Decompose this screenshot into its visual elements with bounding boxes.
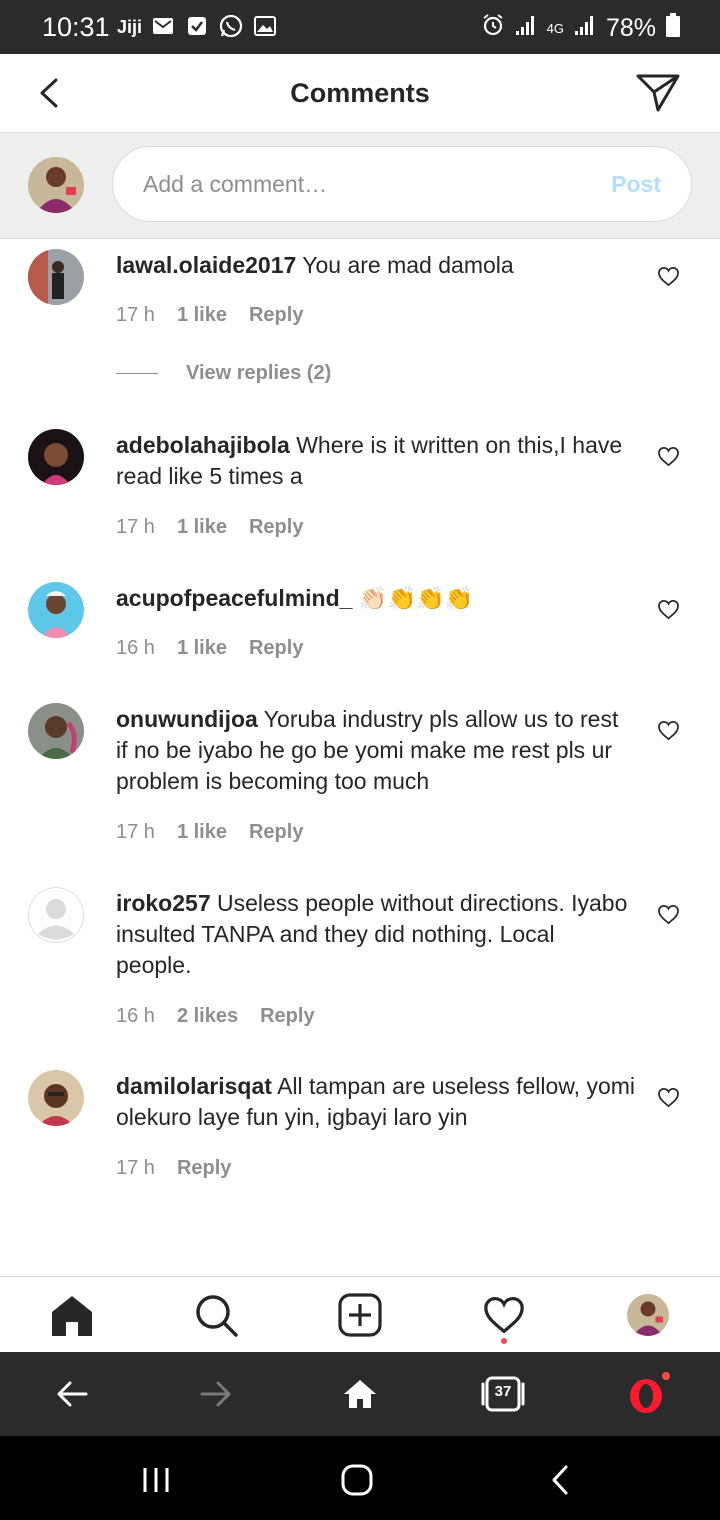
like-heart-icon[interactable] <box>657 266 680 287</box>
add-comment-bar: Add a comment… Post <box>0 133 720 239</box>
like-heart-icon[interactable] <box>657 720 680 741</box>
comment-time: 17 h <box>116 1157 155 1179</box>
reply-button[interactable]: Reply <box>260 1005 314 1028</box>
comment-time: 16 h <box>116 637 155 659</box>
status-time: 10:31 <box>42 12 110 42</box>
signal-icon <box>574 14 596 43</box>
comment-placeholder: Add a comment… <box>143 171 328 197</box>
post-button[interactable]: Post <box>611 171 661 198</box>
nav-profile[interactable] <box>624 1291 672 1339</box>
nav-new-post[interactable] <box>336 1291 384 1339</box>
battery-percent: 78% <box>605 14 656 42</box>
browser-home-button[interactable] <box>338 1372 382 1416</box>
bottom-nav <box>0 1276 720 1351</box>
svg-text:Jiji: Jiji <box>117 17 141 37</box>
likes-count[interactable]: 1 like <box>177 304 227 327</box>
likes-count[interactable]: 1 like <box>177 637 227 660</box>
like-heart-icon[interactable] <box>657 1087 680 1108</box>
new-post-icon <box>338 1293 382 1337</box>
system-nav-bar <box>0 1436 720 1520</box>
comment-username[interactable]: damilolarisqat <box>116 1073 272 1099</box>
browser-forward-button[interactable] <box>194 1372 238 1416</box>
view-replies-button[interactable]: View replies (2) <box>116 362 331 385</box>
avatar <box>28 157 84 213</box>
opera-menu-icon <box>630 1372 670 1413</box>
browser-tabs-button[interactable]: 37 <box>481 1372 525 1416</box>
comments-header: Comments <box>0 54 720 133</box>
comment-time: 17 h <box>116 516 155 538</box>
comment-meta: 17 h 1 like Reply <box>116 821 303 844</box>
likes-count[interactable]: 1 like <box>177 516 227 539</box>
nav-search[interactable] <box>192 1291 240 1339</box>
likes-count[interactable]: 1 like <box>177 821 227 844</box>
recents-button[interactable] <box>136 1460 176 1500</box>
avatar[interactable] <box>28 429 84 485</box>
direct-message-icon <box>636 74 680 112</box>
jiji-icon: Jiji <box>117 14 141 38</box>
forward-arrow-icon <box>200 1381 231 1407</box>
avatar[interactable] <box>28 887 84 943</box>
activity-heart-icon <box>484 1296 524 1334</box>
search-icon <box>196 1295 238 1337</box>
comment-text: 👏🏻👏👏👏 <box>358 585 474 611</box>
comment-time: 17 h <box>116 304 155 326</box>
checkbox-icon <box>185 14 209 38</box>
comment-username[interactable]: lawal.olaide2017 <box>116 252 296 278</box>
notification-dot <box>501 1338 507 1344</box>
nav-home[interactable] <box>48 1291 96 1339</box>
gallery-icon <box>253 14 277 38</box>
comment-text: You are mad damola <box>302 252 514 278</box>
like-heart-icon[interactable] <box>657 446 680 467</box>
nav-activity[interactable] <box>480 1291 528 1339</box>
recents-icon <box>143 1468 169 1492</box>
comment-username[interactable]: adebolahajibola <box>116 432 290 458</box>
reply-button[interactable]: Reply <box>249 637 303 660</box>
comment-meta: 16 h 2 likes Reply <box>116 1005 315 1028</box>
view-replies-label[interactable]: View replies (2) <box>186 362 331 385</box>
reply-button[interactable]: Reply <box>249 516 303 539</box>
status-bar: 10:31 Jiji 4G 78% <box>0 0 720 54</box>
reply-button[interactable]: Reply <box>177 1157 231 1180</box>
comment-username[interactable]: iroko257 <box>116 890 211 916</box>
network-type: 4G <box>546 21 564 36</box>
comment-username[interactable]: onuwundijoa <box>116 706 258 732</box>
system-home-button[interactable] <box>337 1460 377 1500</box>
whatsapp-icon <box>219 14 243 38</box>
reply-button[interactable]: Reply <box>249 304 303 327</box>
like-heart-icon[interactable] <box>657 599 680 620</box>
comment-input[interactable]: Add a comment… Post <box>112 146 692 222</box>
browser-toolbar: 37 <box>0 1352 720 1436</box>
comment-username[interactable]: acupofpeacefulmind_ <box>116 585 352 611</box>
reply-button[interactable]: Reply <box>249 821 303 844</box>
opera-menu-button[interactable] <box>626 1372 670 1416</box>
home-circle-icon <box>341 1464 373 1496</box>
battery-icon <box>666 13 680 44</box>
comment-meta: 17 h 1 like Reply <box>116 304 303 327</box>
divider <box>116 373 158 374</box>
profile-avatar <box>627 1294 669 1336</box>
like-heart-icon[interactable] <box>657 904 680 925</box>
comment-meta: 17 h Reply <box>116 1157 231 1180</box>
back-arrow-icon <box>57 1381 88 1407</box>
avatar[interactable] <box>28 703 84 759</box>
comment-meta: 17 h 1 like Reply <box>116 516 303 539</box>
avatar[interactable] <box>28 249 84 305</box>
back-icon <box>552 1465 568 1495</box>
home-icon <box>52 1296 92 1336</box>
comment-time: 16 h <box>116 1005 155 1027</box>
home-icon <box>344 1380 376 1408</box>
avatar[interactable] <box>28 582 84 638</box>
share-button[interactable] <box>634 72 682 114</box>
tabs-count: 37 <box>494 1383 512 1400</box>
browser-back-button[interactable] <box>50 1372 94 1416</box>
gmail-icon <box>151 14 175 38</box>
comment-time: 17 h <box>116 821 155 843</box>
signal-icon <box>515 14 537 43</box>
alarm-icon <box>481 13 505 44</box>
likes-count[interactable]: 2 likes <box>177 1005 238 1028</box>
avatar[interactable] <box>28 1070 84 1126</box>
system-back-button[interactable] <box>540 1460 580 1500</box>
comment-meta: 16 h 1 like Reply <box>116 637 303 660</box>
page-title: Comments <box>290 78 430 108</box>
